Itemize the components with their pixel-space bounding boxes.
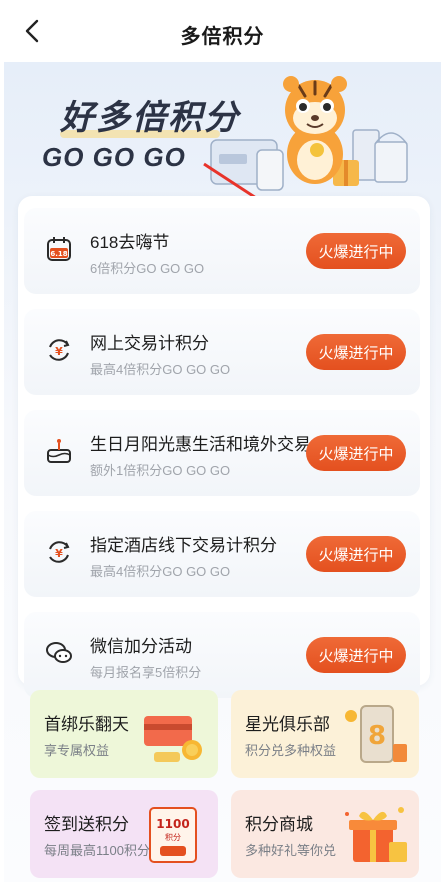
hero-subtitle: GO GO GO bbox=[42, 142, 186, 172]
activity-status-button[interactable]: 火爆进行中 bbox=[306, 233, 406, 269]
exchange-yuan-icon: ¥ bbox=[44, 537, 74, 567]
svg-text:¥: ¥ bbox=[55, 547, 63, 560]
activity-desc: 最高4倍积分GO GO GO bbox=[90, 362, 231, 377]
phone-8-icon: 8 bbox=[341, 700, 411, 770]
feature-tile[interactable]: 星光俱乐部积分兑多种权益 8 bbox=[231, 690, 419, 778]
svg-text:1100: 1100 bbox=[156, 817, 189, 831]
tile-title: 首绑乐翻天 bbox=[44, 715, 129, 734]
activity-item[interactable]: ¥ 网上交易计积分最高4倍积分GO GO GO 火爆进行中 bbox=[24, 309, 420, 395]
svg-text:积分: 积分 bbox=[165, 832, 181, 842]
activity-title: 生日月阳光惠生活和境外交易 bbox=[90, 435, 311, 454]
activity-item[interactable]: 微信加分活动每月报名享5倍积分 火爆进行中 bbox=[24, 612, 420, 698]
feature-tile[interactable]: 签到送积分 每周最高1100积分 1100 积分 bbox=[30, 790, 218, 878]
feature-tile[interactable]: 首绑乐翻天享专属权益 bbox=[30, 690, 218, 778]
activity-desc: 最高4倍积分GO GO GO bbox=[90, 564, 231, 579]
activity-item[interactable]: 6.18 618去嗨节 6倍积分GO GO GO 火爆进行中 bbox=[24, 208, 420, 294]
wechat-icon bbox=[44, 638, 74, 668]
activity-desc: 每月报名享5倍积分 bbox=[90, 665, 202, 680]
svg-text:8: 8 bbox=[368, 721, 386, 751]
tile-title: 积分商城 bbox=[245, 815, 313, 834]
tile-title: 签到送积分 bbox=[44, 815, 129, 834]
feature-tile[interactable]: 积分商城多种好礼等你兑 bbox=[231, 790, 419, 878]
activity-item[interactable]: 生日月阳光惠生活和境外交易额外1倍积分GO GO GO 火爆进行中 bbox=[24, 410, 420, 496]
activity-status-button[interactable]: 火爆进行中 bbox=[306, 637, 406, 673]
tile-desc: 多种好礼等你兑 bbox=[245, 843, 337, 858]
activity-item[interactable]: ¥ 指定酒店线下交易计积分最高4倍积分GO GO GO 火爆进行中 bbox=[24, 511, 420, 597]
activity-status-button[interactable]: 火爆进行中 bbox=[306, 435, 406, 471]
activity-title: 指定酒店线下交易计积分 bbox=[90, 536, 277, 555]
activity-status-button[interactable]: 火爆进行中 bbox=[306, 536, 406, 572]
card-coins-icon bbox=[140, 700, 210, 770]
tile-desc: 每周最高1100积分 bbox=[44, 843, 150, 858]
svg-text:¥: ¥ bbox=[55, 345, 63, 358]
activity-desc: 6倍积分GO GO GO bbox=[90, 261, 205, 276]
tile-desc: 积分兑多种权益 bbox=[245, 743, 337, 758]
activity-title: 微信加分活动 bbox=[90, 637, 192, 656]
page-title: 多倍积分 bbox=[180, 26, 265, 48]
activity-status-button[interactable]: 火爆进行中 bbox=[306, 334, 406, 370]
nav-bar: 多倍积分 bbox=[0, 0, 445, 62]
activity-title: 618去嗨节 bbox=[90, 233, 170, 252]
exchange-yuan-icon: ¥ bbox=[44, 335, 74, 365]
tile-desc: 享专属权益 bbox=[44, 743, 110, 758]
tile-title: 星光俱乐部 bbox=[245, 715, 330, 734]
svg-text:6.18: 6.18 bbox=[50, 250, 67, 258]
coupon-1100-icon: 1100 积分 bbox=[140, 800, 210, 870]
birthday-cake-icon bbox=[44, 436, 74, 466]
activity-desc: 额外1倍积分GO GO GO bbox=[90, 463, 231, 478]
calendar-618-icon: 6.18 bbox=[44, 234, 74, 264]
gift-boxes-icon bbox=[341, 800, 411, 870]
activity-title: 网上交易计积分 bbox=[90, 334, 209, 353]
